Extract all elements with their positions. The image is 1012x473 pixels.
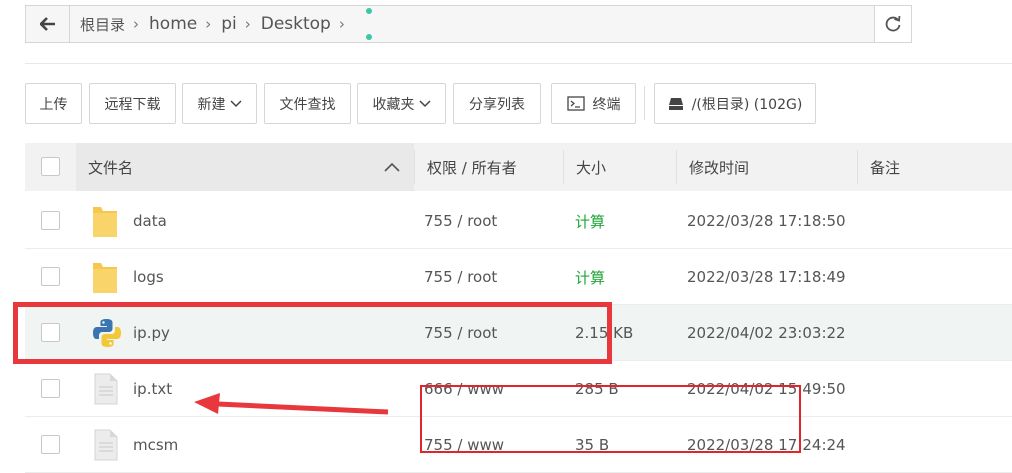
- breadcrumb-item-home[interactable]: home: [149, 14, 197, 34]
- chevron-right-icon: ›: [244, 15, 251, 33]
- new-label: 新建: [197, 96, 226, 113]
- share-list-label: 分享列表: [469, 96, 525, 113]
- mtime-column-header[interactable]: 修改时间: [689, 143, 857, 191]
- folder-icon: [93, 263, 117, 293]
- terminal-button[interactable]: 终端: [551, 83, 636, 124]
- breadcrumb: 根目录 › home › pi › Desktop ›: [80, 6, 355, 42]
- chevron-down-icon: [418, 99, 431, 107]
- table-row[interactable]: data 755 / root 计算 2022/03/28 17:18:50: [25, 193, 1012, 249]
- file-name[interactable]: mcsm: [133, 417, 178, 473]
- text-cursor-icon: [366, 8, 372, 40]
- note-column-header[interactable]: 备注: [870, 143, 1000, 191]
- text-file-icon: [94, 373, 118, 405]
- folder-icon: [93, 207, 117, 237]
- breadcrumb-item-pi[interactable]: pi: [221, 14, 237, 34]
- row-checkbox[interactable]: [41, 267, 60, 286]
- disk-label: /(根目录) (102G): [691, 96, 803, 113]
- file-mtime: 2022/03/28 17:18:50: [687, 212, 846, 230]
- chevron-right-icon: ›: [133, 15, 140, 33]
- file-name[interactable]: logs: [133, 249, 164, 305]
- terminal-label: 终端: [592, 96, 621, 113]
- mtime-header-label: 修改时间: [689, 158, 750, 177]
- file-mtime: 2022/04/02 23:03:22: [687, 324, 846, 342]
- column-divider: [563, 150, 564, 184]
- favorites-label: 收藏夹: [372, 96, 415, 113]
- file-search-label: 文件查找: [279, 96, 336, 113]
- text-file-icon: [94, 429, 118, 461]
- note-header-label: 备注: [870, 158, 901, 177]
- sort-ascending-icon[interactable]: [384, 162, 400, 172]
- file-name[interactable]: data: [133, 193, 167, 249]
- terminal-icon: [566, 96, 585, 111]
- chevron-down-icon: [229, 99, 242, 107]
- row-checkbox[interactable]: [41, 379, 60, 398]
- annotation-highlight-box: [13, 302, 612, 364]
- file-size[interactable]: 计算: [575, 249, 605, 305]
- file-perm[interactable]: 755 / root: [424, 249, 497, 305]
- perm-header-label: 权限 / 所有者: [427, 158, 517, 177]
- breadcrumb-item-root[interactable]: 根目录: [80, 14, 125, 35]
- favorites-button[interactable]: 收藏夹: [357, 83, 446, 124]
- new-button[interactable]: 新建: [182, 83, 257, 124]
- annotation-highlight-box: [420, 385, 801, 453]
- remote-download-label: 远程下载: [104, 96, 161, 113]
- upload-label: 上传: [39, 96, 68, 113]
- share-list-button[interactable]: 分享列表: [453, 83, 541, 124]
- chevron-right-icon: ›: [205, 15, 212, 33]
- refresh-icon: [885, 15, 901, 32]
- annotation-arrow-icon: [194, 393, 389, 415]
- name-column-header[interactable]: 文件名: [88, 143, 414, 191]
- file-perm[interactable]: 755 / root: [424, 193, 497, 249]
- size-header-label: 大小: [576, 158, 607, 177]
- name-header-label: 文件名: [88, 158, 134, 177]
- toolbar-separator: [644, 86, 645, 120]
- column-divider: [414, 150, 415, 184]
- arrow-left-icon: [39, 17, 55, 31]
- back-button[interactable]: [26, 6, 70, 42]
- row-checkbox[interactable]: [41, 211, 60, 230]
- file-name[interactable]: ip.txt: [133, 361, 172, 417]
- size-column-header[interactable]: 大小: [576, 143, 674, 191]
- remote-download-button[interactable]: 远程下载: [89, 83, 176, 124]
- disk-button[interactable]: /(根目录) (102G): [654, 83, 816, 124]
- divider: [25, 63, 1012, 64]
- column-divider: [676, 150, 677, 184]
- file-mtime: 2022/03/28 17:18:49: [687, 268, 846, 286]
- hard-drive-icon: [668, 97, 683, 110]
- chevron-right-icon: ›: [338, 15, 345, 33]
- perm-column-header[interactable]: 权限 / 所有者: [427, 143, 562, 191]
- breadcrumb-item-desktop[interactable]: Desktop: [261, 14, 331, 34]
- file-search-button[interactable]: 文件查找: [264, 83, 351, 124]
- column-divider: [857, 150, 858, 184]
- row-checkbox[interactable]: [41, 435, 60, 454]
- path-bar: 根目录 › home › pi › Desktop ›: [25, 5, 912, 43]
- upload-button[interactable]: 上传: [25, 83, 82, 124]
- file-size[interactable]: 计算: [575, 193, 605, 249]
- select-all-checkbox[interactable]: [41, 157, 60, 176]
- table-row[interactable]: logs 755 / root 计算 2022/03/28 17:18:49: [25, 249, 1012, 305]
- refresh-button[interactable]: [874, 6, 911, 42]
